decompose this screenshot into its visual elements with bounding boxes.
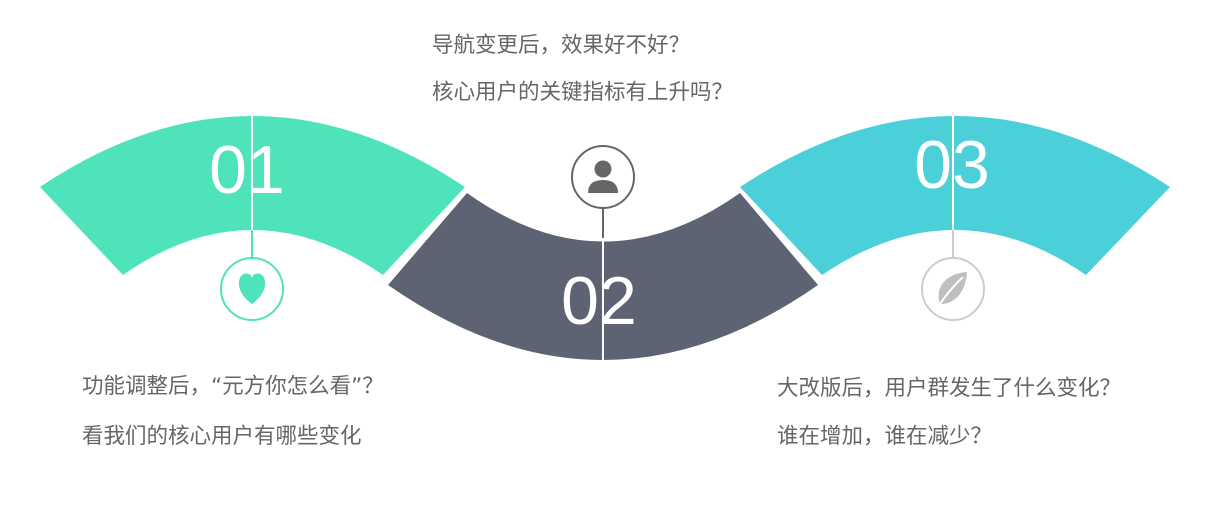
step-2-text-line-2: 核心用户的关键指标有上升吗？ (432, 80, 733, 105)
leaf-icon (921, 257, 985, 321)
step-1-text-line-1: 功能调整后，“元方你怎么看”？ (82, 374, 384, 399)
step-3-text-line-1: 大改版后，用户群发生了什么变化？ (777, 376, 1121, 401)
step-3-text-line-2: 谁在增加，谁在减少？ (777, 424, 992, 449)
step-2-number: 02 (561, 263, 637, 339)
heart-icon (220, 257, 284, 321)
wave-diagram: 01 02 03 导航变更后，效果好不好？ 核心用户的关键指标有上升吗？ 功能调… (40, 33, 1170, 449)
step-3-number: 03 (914, 127, 990, 203)
step-1-number: 01 (209, 132, 285, 208)
step-2-text-line-1: 导航变更后，效果好不好？ (432, 33, 690, 58)
user-icon (571, 145, 635, 209)
step-1-text-line-2: 看我们的核心用户有哪些变化 (82, 424, 362, 449)
